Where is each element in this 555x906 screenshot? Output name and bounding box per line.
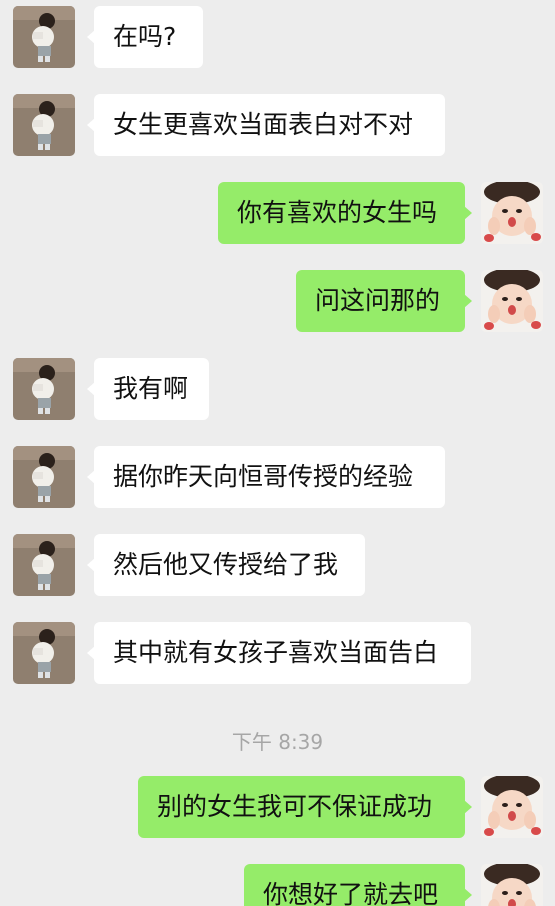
my-avatar[interactable] xyxy=(481,182,543,244)
my-avatar[interactable] xyxy=(481,270,543,332)
contact-avatar[interactable] xyxy=(13,6,75,68)
contact-avatar[interactable] xyxy=(13,358,75,420)
incoming-message-bubble[interactable]: 其中就有女孩子喜欢当面告白 xyxy=(87,622,471,684)
incoming-message-bubble[interactable]: 女生更喜欢当面表白对不对 xyxy=(87,94,445,156)
outgoing-message-bubble[interactable]: 你想好了就去吧 xyxy=(244,864,472,906)
contact-avatar[interactable] xyxy=(13,622,75,684)
contact-avatar[interactable] xyxy=(13,446,75,508)
contact-avatar[interactable] xyxy=(13,94,75,156)
my-avatar[interactable] xyxy=(481,864,543,906)
my-avatar[interactable] xyxy=(481,776,543,838)
outgoing-message-bubble[interactable]: 你有喜欢的女生吗 xyxy=(218,182,472,244)
outgoing-message-bubble[interactable]: 问这问那的 xyxy=(296,270,472,332)
incoming-message-bubble[interactable]: 我有啊 xyxy=(87,358,209,420)
incoming-message-bubble[interactable]: 据你昨天向恒哥传授的经验 xyxy=(87,446,445,508)
chat-area[interactable]: 在吗? 女生更喜欢当面表白对不对 你有喜欢的女生吗 问这问那的 我有啊 据你昨天… xyxy=(0,0,555,906)
outgoing-message-bubble[interactable]: 别的女生我可不保证成功 xyxy=(138,776,472,838)
timestamp: 下午 8:39 xyxy=(231,730,324,754)
contact-avatar[interactable] xyxy=(13,534,75,596)
incoming-message-bubble[interactable]: 在吗? xyxy=(87,6,203,68)
incoming-message-bubble[interactable]: 然后他又传授给了我 xyxy=(87,534,365,596)
scrollbar[interactable] xyxy=(551,0,554,906)
